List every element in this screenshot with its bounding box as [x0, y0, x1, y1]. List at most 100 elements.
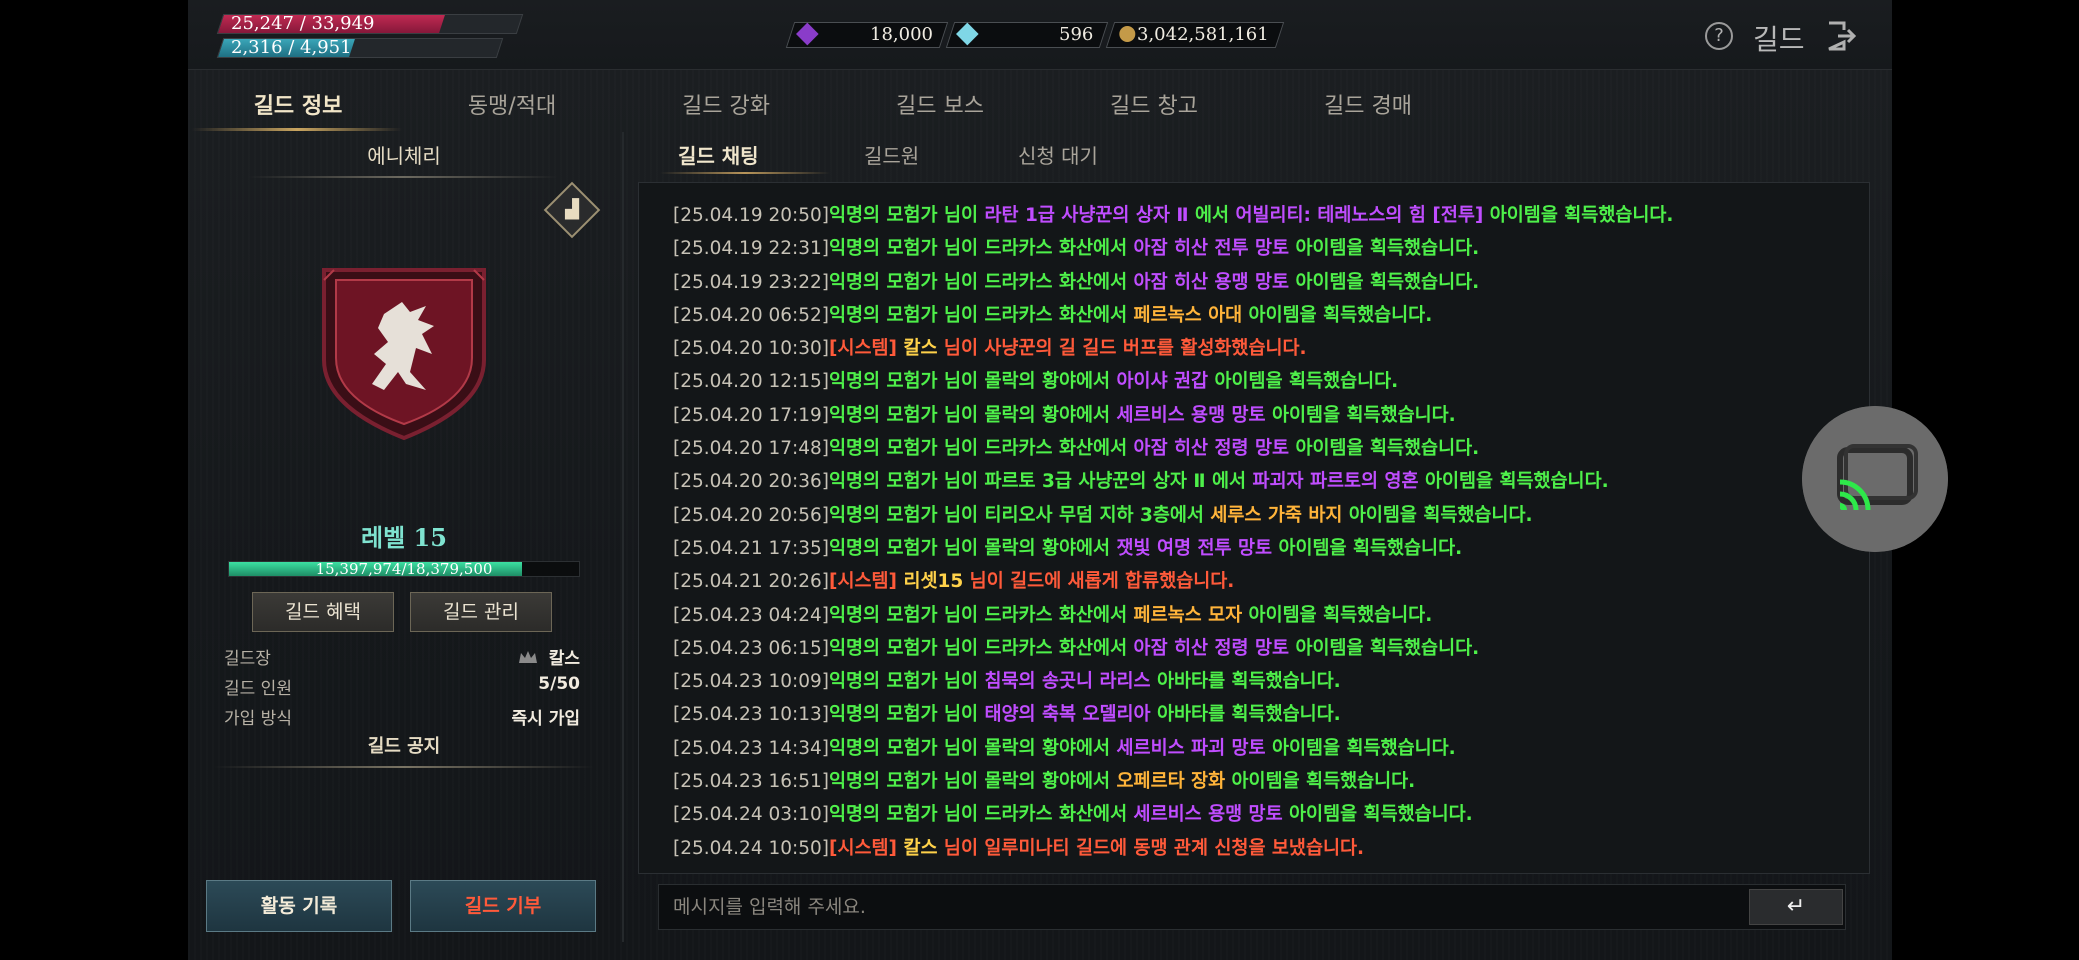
chat-timestamp: [25.04.20 12:15]	[673, 371, 830, 393]
tab-guild-storage[interactable]: 길드 창고	[1054, 88, 1254, 120]
info-row-join-method: 가입 방식 즉시 가입	[224, 704, 580, 732]
chat-text: 아이템을 획득했습니다.	[1483, 205, 1674, 226]
chat-text: 익명의 모험가 님이 드라카스 화산에서	[829, 604, 1134, 626]
chat-message: [25.04.19 22:31]익명의 모험가 님이 드라카스 화산에서 아잠 …	[673, 232, 1853, 265]
chat-text: 익명의 모험가 님이 몰락의 황야에서	[829, 737, 1117, 759]
crystal-amount: 18,000	[870, 24, 933, 45]
chat-text: 익명의 모험가 님이 드라카스 화산에서	[829, 271, 1134, 293]
chat-text: 아잠 히산 용맹 망토	[1133, 271, 1290, 293]
chat-text: 칼스	[903, 837, 938, 859]
chat-text: 오페르타 장화	[1116, 771, 1226, 793]
chat-text: 침묵의 송곳니 라리스	[984, 671, 1151, 693]
chat-input[interactable]	[659, 885, 1759, 929]
chat-message: [25.04.23 14:34]익명의 모험가 님이 몰락의 황야에서 세르비스…	[673, 732, 1853, 765]
chat-text: 아바타를 획득했습니다.	[1150, 671, 1341, 693]
chat-text: 아잠 히산 정령 망토	[1133, 637, 1290, 659]
chat-log[interactable]: [25.04.19 20:50]익명의 모험가 님이 라탄 1급 사냥꾼의 상자…	[638, 182, 1870, 874]
chat-message: [25.04.23 04:24]익명의 모험가 님이 드라카스 화산에서 페르녹…	[673, 599, 1853, 632]
chat-text: 아이템을 획득했습니다.	[1272, 537, 1463, 559]
chat-message: [25.04.23 10:09]익명의 모험가 님이 침묵의 송곳니 라리스 아…	[673, 665, 1853, 698]
top-bar: 25,247 / 33,949 2,316 / 4,951 18,000 596…	[188, 0, 1892, 70]
chat-text: [시스템]	[829, 338, 904, 360]
send-icon[interactable]: ↵	[1749, 889, 1843, 925]
tab-guild-auction[interactable]: 길드 경매	[1268, 88, 1468, 120]
chat-text: 님이 일루미나티 길드에 동맹 관계 신청을 보냈습니다.	[937, 837, 1365, 859]
chat-text: 아이템을 획득했습니다.	[1242, 604, 1433, 626]
guild-name: 에니체리	[367, 144, 441, 168]
chat-text: 익명의 모험가 님이 드라카스 화산에서	[829, 637, 1134, 659]
chat-text: 익명의 모험가 님이 드라카스 화산에서	[829, 804, 1134, 826]
leader-name: 칼스	[548, 649, 580, 669]
cast-icon[interactable]	[1802, 406, 1948, 552]
chat-timestamp: [25.04.23 10:09]	[673, 671, 830, 693]
chat-message: [25.04.21 17:35]익명의 모험가 님이 몰락의 황야에서 잿빛 여…	[673, 532, 1853, 565]
chat-message: [25.04.20 20:36]익명의 모험가 님이 파르토 3급 사냥꾼의 상…	[673, 465, 1853, 498]
chat-message: [25.04.19 23:22]익명의 모험가 님이 드라카스 화산에서 아잠 …	[673, 266, 1853, 299]
chat-text: 에서	[1188, 205, 1236, 226]
chat-text: 아이템을 획득했습니다.	[1418, 471, 1609, 493]
chat-text: 어빌리티: 테레노스의 힘 [전투]	[1235, 205, 1484, 226]
chat-timestamp: [25.04.20 17:19]	[673, 404, 830, 426]
ornament-divider	[248, 176, 558, 178]
chat-timestamp: [25.04.23 06:15]	[673, 637, 830, 659]
chat-message: [25.04.24 10:50][시스템] 칼스 님이 일루미나티 길드에 동맹…	[673, 832, 1853, 865]
tab-guild-members[interactable]: 길드원	[864, 140, 919, 169]
chat-timestamp: [25.04.23 16:51]	[673, 771, 830, 793]
chat-timestamp: [25.04.23 14:34]	[673, 737, 830, 759]
guild-emblem	[322, 268, 486, 441]
exit-icon[interactable]	[1826, 20, 1856, 52]
chat-text: 아바타를 획득했습니다.	[1150, 704, 1341, 726]
ranking-icon: ▟	[565, 199, 579, 220]
chat-text: 아이템을 획득했습니다.	[1265, 404, 1456, 426]
help-icon[interactable]: ?	[1705, 22, 1733, 50]
hp-bar: 25,247 / 33,949	[216, 14, 524, 34]
activity-log-button[interactable]: 활동 기록	[206, 880, 392, 932]
guild-manage-button[interactable]: 길드 관리	[410, 592, 552, 632]
chat-text: [시스템]	[829, 837, 904, 859]
tab-guild-upgrade[interactable]: 길드 강화	[626, 88, 826, 120]
tab-alliance-hostile[interactable]: 동맹/적대	[412, 88, 612, 120]
guild-donate-button[interactable]: 길드 기부	[410, 880, 596, 932]
chat-text: 아이템을 획득했습니다.	[1225, 771, 1416, 793]
gold-currency[interactable]: 3,042,581,161	[1105, 22, 1285, 48]
chat-text: 아잠 히산 전투 망토	[1133, 238, 1290, 260]
crystal-currency[interactable]: 18,000	[785, 22, 949, 48]
chat-text: 아이템을 획득했습니다.	[1289, 438, 1480, 460]
chat-timestamp: [25.04.23 04:24]	[673, 604, 830, 626]
chat-message: [25.04.23 06:15]익명의 모험가 님이 드라카스 화산에서 아잠 …	[673, 632, 1853, 665]
tab-pending-applications[interactable]: 신청 대기	[1018, 140, 1098, 169]
gold-coin-icon	[1116, 22, 1139, 46]
notice-divider	[214, 766, 594, 768]
chat-timestamp: [25.04.20 17:48]	[673, 438, 830, 460]
chat-timestamp: [25.04.24 10:50]	[673, 837, 830, 859]
chat-text: 아이템을 획득했습니다.	[1289, 637, 1480, 659]
chat-text: 익명의 모험가 님이 파르토 3급 사냥꾼의 상자 Ⅱ 에서	[829, 471, 1253, 493]
chat-timestamp: [25.04.20 20:56]	[673, 504, 830, 526]
chat-text: 잿빛 여명 전투 망토	[1116, 537, 1273, 559]
chat-timestamp: [25.04.20 20:36]	[673, 471, 830, 493]
join-value: 즉시 가입	[511, 709, 580, 729]
chat-message: [25.04.24 03:10]익명의 모험가 님이 드라카스 화산에서 세르비…	[673, 798, 1853, 831]
chat-message: [25.04.19 20:50]익명의 모험가 님이 라탄 1급 사냥꾼의 상자…	[673, 199, 1853, 232]
diamond-currency[interactable]: 596	[945, 22, 1109, 48]
chat-timestamp: [25.04.20 06:52]	[673, 304, 830, 326]
chat-text: 아이템을 획득했습니다.	[1342, 504, 1533, 526]
chat-message: [25.04.20 20:56]익명의 모험가 님이 티리오사 무덤 지하 3층…	[673, 499, 1853, 532]
chat-text: 익명의 모험가 님이 드라카스 화산에서	[829, 238, 1134, 260]
chat-text: 익명의 모험가 님이	[829, 704, 985, 726]
guild-rank-button[interactable]: ▟	[543, 181, 601, 239]
chat-message: [25.04.20 06:52]익명의 모험가 님이 드라카스 화산에서 페르녹…	[673, 299, 1853, 332]
chat-text: 아잠 히산 정령 망토	[1133, 438, 1290, 460]
info-row-members: 길드 인원 5/50	[224, 674, 580, 702]
chat-text: 익명의 모험가 님이 드라카스 화산에서	[829, 438, 1134, 460]
tab-guild-boss[interactable]: 길드 보스	[840, 88, 1040, 120]
tab-guild-info[interactable]: 길드 정보	[198, 88, 398, 120]
chat-text: 페르녹스 아대	[1133, 304, 1243, 326]
leader-label: 길드장	[224, 649, 271, 669]
tab-guild-chat[interactable]: 길드 채팅	[678, 140, 759, 169]
chat-text: 익명의 모험가 님이	[829, 671, 985, 693]
guild-benefit-button[interactable]: 길드 혜택	[252, 592, 394, 632]
gold-amount: 3,042,581,161	[1137, 24, 1269, 45]
info-row-leader: 길드장 칼스	[224, 644, 580, 672]
chat-text: 파괴자 파르토의 영혼	[1252, 471, 1419, 493]
